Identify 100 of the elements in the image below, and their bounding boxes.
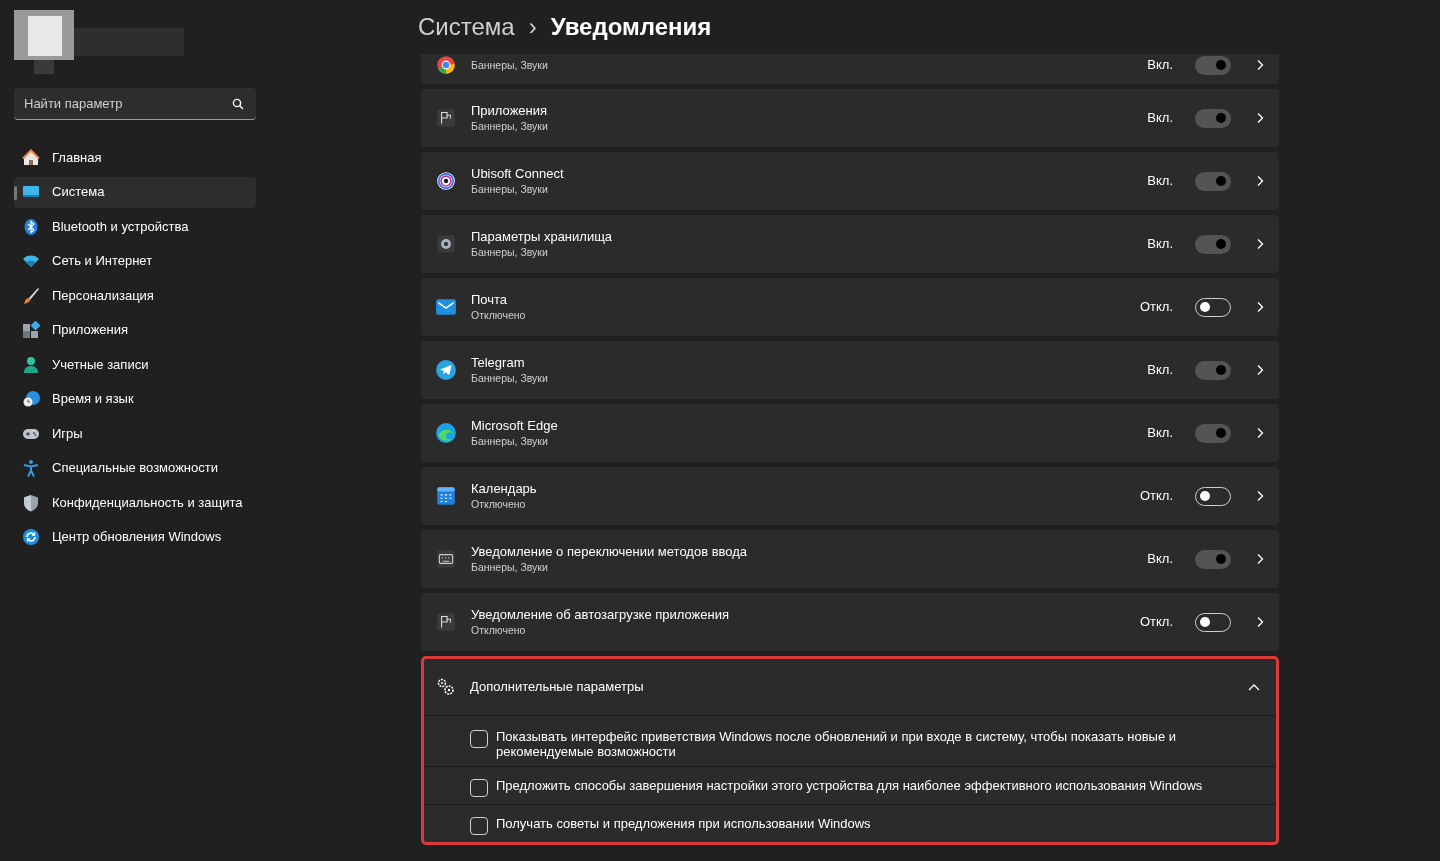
checkbox-label: Предложить способы завершения настройки этого устройства для наиболее эффективного использования Windows [496,777,1203,793]
toggle-switch[interactable] [1195,108,1231,128]
app-status: Баннеры, Звуки [471,182,549,196]
notification-row[interactable]: Баннеры, Звуки Вкл. [421,54,1279,84]
sidebar-item[interactable]: Персонализация [14,280,256,311]
paper-plane-icon [435,359,457,381]
update-icon [22,528,40,546]
sidebar-item[interactable]: Игры [14,418,256,449]
sidebar-item[interactable]: Bluetooth и устройства [14,211,256,242]
wave-logo-icon [435,422,457,444]
toggle-state: Вкл. [1146,550,1173,569]
page-title: Уведомления [550,12,712,42]
expander-title: Дополнительные параметры [470,678,645,697]
toggle-state: Вкл. [1146,109,1173,128]
app-name: Календарь [471,481,538,497]
chevron-right-icon [1255,301,1265,313]
toggle-state: Откл. [1138,487,1173,506]
checkbox[interactable] [470,730,488,748]
sidebar-item[interactable]: Сеть и Интернет [14,245,256,277]
sidebar-item[interactable]: Приложения [14,314,256,346]
checkbox-label: Показывать интерфейс приветствия Windows после обновлений и при входе в систему, чтобы показать новые и рекомендуемые возможности [496,728,1178,759]
accessibility-icon [22,459,40,477]
brush-icon [22,286,40,305]
notification-row[interactable]: Календарь Отключено Откл. [421,467,1279,525]
app-name: Почта [471,292,509,308]
envelope-icon [435,296,457,318]
toggle-state: Откл. [1138,613,1173,632]
app-status: Отключено [471,497,527,511]
gears-icon [436,677,456,697]
app-name: Ubisoft Connect [471,166,565,182]
globe-clock-icon [22,390,40,408]
person-icon [22,355,40,374]
toggle-switch[interactable] [1195,234,1231,254]
app-status: Баннеры, Звуки [471,560,549,574]
chevron-right-icon [1255,112,1265,124]
toggle-state: Вкл. [1146,424,1173,443]
app-name: Уведомление об автозагрузке приложения [471,607,731,623]
notification-row[interactable]: Microsoft Edge Баннеры, Звуки Вкл. [421,404,1279,462]
bluetooth-icon [22,217,40,236]
toggle-switch[interactable] [1195,423,1231,443]
shield-icon [22,493,40,512]
app-status: Отключено [471,623,527,637]
chevron-right-icon [1255,427,1265,439]
breadcrumb-separator: › [528,12,537,42]
swirl-icon [435,170,457,192]
toggle-state: Вкл. [1146,361,1173,380]
notification-row[interactable]: Telegram Баннеры, Звуки Вкл. [421,341,1279,399]
sidebar-item[interactable]: Центр обновления Windows [14,521,256,553]
apps-icon [22,321,40,339]
sidebar-item[interactable]: Конфиденциальность и защита [14,487,256,518]
calendar-icon [435,485,457,507]
chevron-right-icon [1255,59,1265,71]
chevron-right-icon [1255,364,1265,376]
checkbox[interactable] [470,779,488,797]
app-name: Параметры хранилища [471,229,614,245]
sidebar-item[interactable]: Главная [14,142,256,173]
chevron-right-icon [1255,238,1265,250]
chevron-right-icon [1255,175,1265,187]
search-field[interactable]: Найти параметр [14,88,256,120]
app-status: Отключено [471,308,527,322]
app-status: Баннеры, Звуки [471,434,549,448]
app-status: Баннеры, Звуки [471,58,549,72]
expander-header[interactable]: Дополнительные параметры [424,659,1276,715]
gear-icon [435,233,457,255]
toggle-switch[interactable] [1195,55,1231,75]
window-layout-icon [435,611,457,633]
checkbox-label: Получать советы и предложения при использовании Windows [496,815,871,831]
keyboard-icon [435,548,457,570]
notification-row[interactable]: Приложения Баннеры, Звуки Вкл. [421,89,1279,147]
home-icon [22,148,40,167]
window-layout-icon [435,107,457,129]
app-name: Microsoft Edge [471,418,559,434]
toggle-switch[interactable] [1195,360,1231,380]
breadcrumb-link[interactable]: Система [418,9,515,45]
sidebar-item[interactable]: Система [14,176,256,208]
chevron-right-icon [1255,490,1265,502]
browser-icon [435,54,457,76]
chevron-right-icon [1255,616,1265,628]
toggle-state: Вкл. [1146,172,1173,191]
app-name: Telegram [471,355,526,371]
search-icon [232,98,244,110]
app-status: Баннеры, Звуки [471,119,549,133]
notification-row[interactable]: Уведомление о переключении методов ввода Баннеры, Звуки Вкл. [421,530,1279,588]
notification-row[interactable]: Ubisoft Connect Баннеры, Звуки Вкл. [421,152,1279,210]
notification-row[interactable]: Параметры хранилища Баннеры, Звуки Вкл. [421,215,1279,273]
toggle-switch[interactable] [1195,171,1231,191]
app-status: Баннеры, Звуки [471,245,549,259]
app-name: Уведомление о переключении методов ввода [471,544,749,560]
notification-row[interactable]: Почта Отключено Откл. [421,278,1279,336]
toggle-state: Вкл. [1146,56,1173,75]
sidebar-item[interactable]: Учетные записи [14,349,256,380]
notification-row[interactable]: Уведомление об автозагрузке приложения Отключено Откл. [421,593,1279,651]
toggle-switch[interactable] [1195,549,1231,569]
app-status: Баннеры, Звуки [471,371,549,385]
checkbox[interactable] [470,817,488,835]
toggle-state: Откл. [1138,298,1173,317]
chevron-right-icon [1255,553,1265,565]
sidebar-item[interactable]: Специальные возможности [14,452,256,484]
toggle-state: Вкл. [1146,235,1173,254]
sidebar-item[interactable]: Время и язык [14,383,256,415]
